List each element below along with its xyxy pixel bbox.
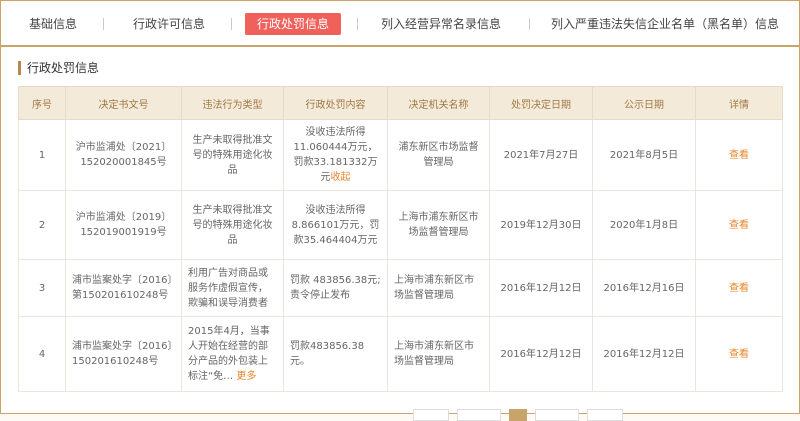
header-authority: 决定机关名称 [387, 86, 490, 120]
header-doc-no: 决定书文号 [65, 86, 182, 120]
pager-prev-button[interactable] [413, 409, 449, 421]
cell-doc-no: 浦市监案处字〔2016〕第150201610248号 [65, 259, 182, 317]
cell-violation-type: 生产未取得批准文号的特殊用途化妆品 [181, 119, 284, 191]
cell-authority: 浦东新区市场监督管理局 [387, 119, 490, 191]
view-link[interactable]: 查看 [729, 220, 749, 231]
collapse-link[interactable]: 收起 [331, 172, 351, 183]
section-title: 行政处罚信息 [18, 61, 99, 75]
cell-violation-type: 生产未取得批准文号的特殊用途化妆品 [181, 190, 284, 260]
table-row: 2 沪市监浦处〔2019〕152019001919号 生产未取得批准文号的特殊用… [18, 190, 783, 260]
tab-penalty-info[interactable]: 行政处罚信息 [245, 13, 342, 35]
view-link[interactable]: 查看 [729, 283, 749, 294]
table-header-row: 序号 决定书文号 违法行为类型 行政处罚内容 决定机关名称 处罚决定日期 公示日… [18, 86, 783, 120]
cell-doc-no: 沪市监浦处〔2019〕152019001919号 [65, 190, 182, 260]
cell-publish-date: 2016年12月12日 [592, 316, 696, 392]
tab-underline [1, 45, 799, 47]
view-link[interactable]: 查看 [729, 150, 749, 161]
header-penalty-content: 行政处罚内容 [283, 86, 388, 120]
pager-first-button[interactable] [457, 409, 501, 421]
cell-detail: 查看 [695, 316, 783, 392]
cell-authority: 上海市浦东新区市场监督管理局 [387, 316, 490, 392]
cell-decision-date: 2019年12月30日 [489, 190, 593, 260]
header-violation-type: 违法行为类型 [181, 86, 284, 120]
header-publish-date: 公示日期 [592, 86, 696, 120]
pager-current-page[interactable] [509, 409, 527, 421]
cell-publish-date: 2020年1月8日 [592, 190, 696, 260]
pager-next-button[interactable] [587, 409, 623, 421]
cell-detail: 查看 [695, 259, 783, 317]
cell-decision-date: 2021年7月27日 [489, 119, 593, 191]
cell-decision-date: 2016年12月12日 [489, 316, 593, 392]
cell-doc-no: 沪市监浦处〔2021〕152020001845号 [65, 119, 182, 191]
content-frame: 基础信息 行政许可信息 行政处罚信息 列入经营异常名录信息 列入严重违法失信企业… [0, 0, 800, 421]
cell-penalty-content: 罚款483856.38元。 [283, 316, 388, 392]
cell-penalty-content: 没收违法所得11.060444万元，罚款33.181332万元收起 [283, 119, 388, 191]
table-row: 1 沪市监浦处〔2021〕152020001845号 生产未取得批准文号的特殊用… [18, 119, 783, 191]
view-link[interactable]: 查看 [729, 349, 749, 360]
pager-last-button[interactable] [535, 409, 579, 421]
tab-divider [231, 18, 232, 30]
table-row: 3 浦市监案处字〔2016〕第150201610248号 利用广告对商品或服务作… [18, 259, 783, 317]
cell-decision-date: 2016年12月12日 [489, 259, 593, 317]
tab-abnormal-list[interactable]: 列入经营异常名录信息 [369, 13, 513, 35]
tab-license-info[interactable]: 行政许可信息 [121, 13, 217, 35]
cell-no: 3 [18, 259, 66, 317]
cell-penalty-content: 罚款 483856.38元;责令停止发布 [283, 259, 388, 317]
cell-publish-date: 2021年8月5日 [592, 119, 696, 191]
tab-divider [529, 18, 530, 30]
header-no: 序号 [18, 86, 66, 120]
cell-doc-no: 浦市监案处字〔2016〕150201610248号 [65, 316, 182, 392]
header-detail: 详情 [695, 86, 783, 120]
cell-detail: 查看 [695, 190, 783, 260]
cell-no: 1 [18, 119, 66, 191]
penalty-table: 序号 决定书文号 违法行为类型 行政处罚内容 决定机关名称 处罚决定日期 公示日… [18, 86, 783, 392]
cell-publish-date: 2016年12月16日 [592, 259, 696, 317]
cell-no: 4 [18, 316, 66, 392]
more-link[interactable]: 更多 [236, 371, 256, 382]
tab-divider [103, 18, 104, 30]
tab-basic-info[interactable]: 基础信息 [17, 13, 89, 35]
cell-penalty-content: 没收违法所得8.866101万元，罚款35.464404万元 [283, 190, 388, 260]
header-decision-date: 处罚决定日期 [489, 86, 593, 120]
cell-authority: 上海市浦东新区市场监督管理局 [387, 259, 490, 317]
cell-detail: 查看 [695, 119, 783, 191]
violation-text: 2015年4月，当事人开始在经营的部分产品的外包装上标注“免… [188, 326, 270, 382]
cell-no: 2 [18, 190, 66, 260]
table-row: 4 浦市监案处字〔2016〕150201610248号 2015年4月，当事人开… [18, 316, 783, 392]
tab-divider [357, 18, 358, 30]
tab-bar: 基础信息 行政许可信息 行政处罚信息 列入经营异常名录信息 列入严重违法失信企业… [1, 1, 799, 45]
cell-violation-type: 利用广告对商品或服务作虚假宣传，欺骗和误导消费者 [181, 259, 284, 317]
cell-violation-type: 2015年4月，当事人开始在经营的部分产品的外包装上标注“免… 更多 [181, 316, 284, 392]
cell-authority: 上海市浦东新区市场监督管理局 [387, 190, 490, 260]
tab-blacklist[interactable]: 列入严重违法失信企业名单（黑名单）信息 [539, 13, 791, 35]
